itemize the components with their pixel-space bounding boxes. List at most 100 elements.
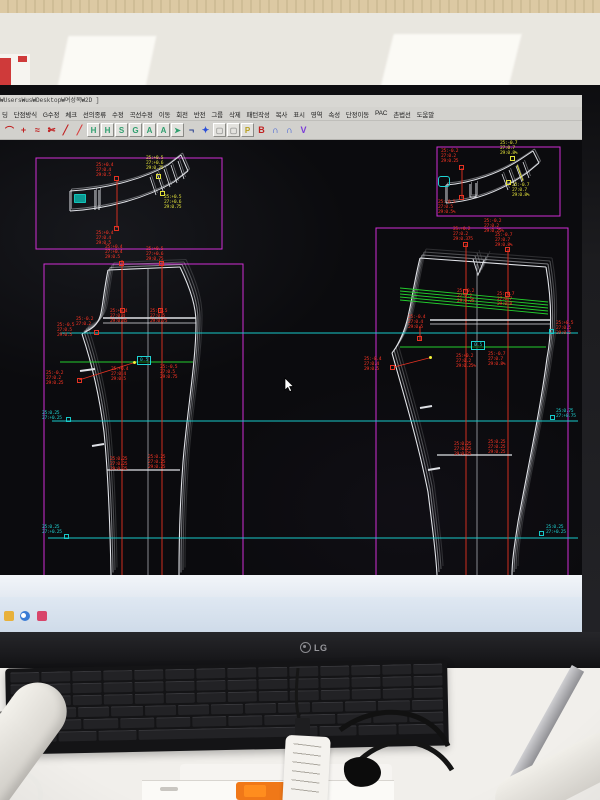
menu-item-3[interactable]: 체크 <box>65 109 77 119</box>
menu-item-4[interactable]: 선의종류 <box>83 109 106 119</box>
menu-item-16[interactable]: 속성 <box>328 109 340 119</box>
grain-marker-cyan[interactable] <box>438 176 450 187</box>
menu-item-5[interactable]: 수정 <box>112 109 124 119</box>
menu-item-11[interactable]: 삭제 <box>229 109 241 119</box>
grading-label: 25:-0.727:0.729:0.8% <box>500 142 517 156</box>
grading-point-handle[interactable] <box>390 365 395 370</box>
grading-label: 25:0.2527:+0.25 <box>42 526 62 536</box>
pac-tool-icon[interactable]: P <box>241 123 254 137</box>
grading-point-handle[interactable] <box>463 289 468 294</box>
menu-item-0[interactable]: 딩 <box>2 109 8 119</box>
grading-point-handle[interactable] <box>505 292 510 297</box>
measure-value-box[interactable]: 0.5 <box>471 341 485 350</box>
a-block-2-icon[interactable]: A <box>157 123 170 137</box>
line-tool-icon[interactable]: ╱ <box>59 123 72 137</box>
curve-blue-1-icon[interactable]: ∩ <box>269 123 282 137</box>
measure-value-box[interactable]: 0.5 <box>137 356 151 365</box>
grading-label: 25:-0.527:0.529:0.5% <box>438 201 455 215</box>
grading-point-handle[interactable] <box>94 330 99 335</box>
white-charger <box>282 735 331 800</box>
grading-label: 25:-0.727:0.729:0.8% <box>512 184 529 198</box>
grading-label: 25:-0.427:0.429:0.5 <box>408 316 425 330</box>
menu-bar: 딩 단점방식 G수정 체크 선의종류 수정 곡선수정 이동 회전 반전 그룹 삭제 패턴작성 복사 표시 영역… <box>0 107 582 121</box>
grading-point-handle[interactable] <box>66 417 71 422</box>
grading-label: 25:-0.427:0.429:0.5 <box>364 358 381 372</box>
cross-tool-icon[interactable]: + <box>17 123 30 137</box>
grain-marker-teal[interactable] <box>74 194 86 203</box>
s-block-1-icon[interactable]: S <box>115 123 128 137</box>
grading-point-handle[interactable] <box>417 336 422 341</box>
b-tool-icon[interactable]: B <box>255 123 268 137</box>
menu-item-6[interactable]: 곡선수정 <box>130 109 153 119</box>
taskbar-icon-red[interactable] <box>37 611 47 621</box>
menu-item-8[interactable]: 회전 <box>176 109 188 119</box>
menu-item-12[interactable]: 패턴작성 <box>247 109 270 119</box>
grading-point-handle[interactable] <box>77 378 82 383</box>
arrow-block-icon[interactable]: ➤ <box>171 123 184 137</box>
grading-point-handle[interactable] <box>459 165 464 170</box>
curve-blue-2-icon[interactable]: ∩ <box>283 123 296 137</box>
menu-item-2[interactable]: G수정 <box>43 109 59 119</box>
corner-tool-icon[interactable]: ¬ <box>185 123 198 137</box>
lg-logo-icon <box>300 642 311 653</box>
grading-point-handle[interactable] <box>156 174 161 179</box>
menu-item-10[interactable]: 그룹 <box>211 109 223 119</box>
grading-point-handle[interactable] <box>550 415 555 420</box>
sheet-2-icon[interactable]: ▢ <box>227 123 240 137</box>
grading-label: 25:-0.227:0.229:0.25% <box>484 220 504 234</box>
menu-item-9[interactable]: 반전 <box>194 109 206 119</box>
grading-label: 25:+0.427:0.429:0.5 <box>96 164 113 178</box>
h-block-2-icon[interactable]: H <box>101 123 114 137</box>
taskbar-icon-yellow[interactable] <box>4 611 14 621</box>
grading-label: 25:0.2527:0.2529:0.25 <box>110 458 127 472</box>
line2-tool-icon[interactable]: ╱ <box>73 123 86 137</box>
freehand-tool-icon[interactable]: ≈ <box>31 123 44 137</box>
grading-label: 25:-0.227:0.2 <box>76 318 93 328</box>
grading-point-handle[interactable] <box>463 242 468 247</box>
g-block-icon[interactable]: G <box>129 123 142 137</box>
menu-item-19[interactable]: 촌법선 <box>393 109 410 119</box>
grading-point-handle[interactable] <box>64 534 69 539</box>
grading-point-handle[interactable] <box>159 261 164 266</box>
cad-canvas[interactable]: 25:+0.427:0.429:0.525:+0.527:+0.629:0.75… <box>0 140 582 575</box>
grading-point-handle[interactable] <box>120 308 125 313</box>
menu-item-18[interactable]: PAC <box>375 110 387 117</box>
menu-item-15[interactable]: 영역 <box>311 109 323 119</box>
grading-point-handle[interactable] <box>158 308 163 313</box>
menu-item-1[interactable]: 단점방식 <box>14 109 37 119</box>
grading-label: 25:0.2527:0.2529:0.25 <box>148 456 165 470</box>
grading-point-handle[interactable] <box>160 191 165 196</box>
h-block-1-icon[interactable]: H <box>87 123 100 137</box>
sheet-1-icon[interactable]: ▢ <box>213 123 226 137</box>
menu-item-14[interactable]: 표시 <box>293 109 305 119</box>
grading-label: 25:-0.527:0.529:0.5 <box>57 324 74 338</box>
grading-point-handle[interactable] <box>119 261 124 266</box>
grading-point-handle[interactable] <box>510 156 515 161</box>
taskbar <box>0 597 582 632</box>
taskbar-icon-blue[interactable] <box>20 611 30 621</box>
photo-of-monitor: ₩Users₩us₩Desktop₩여성복₩2D ] 딩단점방식G수정체크선의종… <box>0 0 600 800</box>
grading-point-handle[interactable] <box>459 195 464 200</box>
cut-tool-icon[interactable]: ✄ <box>45 123 58 137</box>
grading-point-handle[interactable] <box>114 226 119 231</box>
grading-point-handle[interactable] <box>429 356 432 359</box>
lg-brand-text: LG <box>314 643 328 653</box>
menu-item-17[interactable]: 단정이동 <box>346 109 369 119</box>
grading-label: 25:0.7527:+0.75 <box>556 410 576 420</box>
grading-point-handle[interactable] <box>539 531 544 536</box>
menu-item-20[interactable]: 도움말 <box>417 109 434 119</box>
brush-tool-icon[interactable]: ✦ <box>199 123 212 137</box>
grading-point-handle[interactable] <box>506 180 511 185</box>
grading-point-handle[interactable] <box>114 176 119 181</box>
grading-point-handle[interactable] <box>549 329 554 334</box>
v-tool-icon[interactable]: V <box>297 123 310 137</box>
monitor: ₩Users₩us₩Desktop₩여성복₩2D ] 딩단점방식G수정체크선의종… <box>0 85 600 670</box>
a-block-1-icon[interactable]: A <box>143 123 156 137</box>
menu-item-7[interactable]: 이동 <box>159 109 171 119</box>
grading-point-handle[interactable] <box>133 361 136 364</box>
menu-item-13[interactable]: 복사 <box>276 109 288 119</box>
window-title: ₩Users₩us₩Desktop₩여성복₩2D ] <box>0 97 99 104</box>
grading-point-handle[interactable] <box>505 247 510 252</box>
curve-tool-icon[interactable]: ⌒ <box>3 123 16 137</box>
grading-label: 25:0.2527:+0.25 <box>546 526 566 536</box>
